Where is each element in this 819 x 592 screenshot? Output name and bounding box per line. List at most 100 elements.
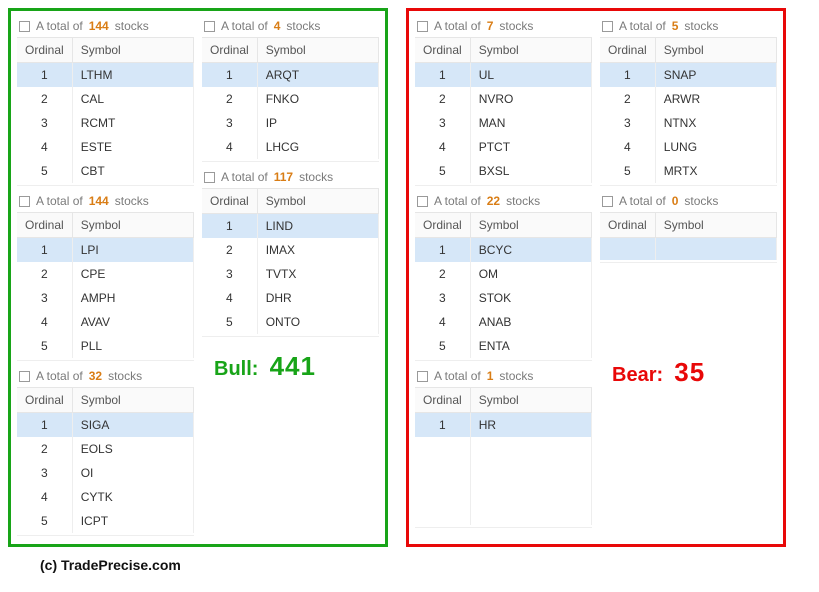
table-row[interactable]: 1BCYC — [415, 238, 592, 263]
cell-symbol: AMPH — [72, 286, 193, 310]
col-symbol[interactable]: Symbol — [257, 189, 378, 214]
cell-symbol: NVRO — [470, 87, 591, 111]
checkbox-icon[interactable] — [417, 371, 428, 382]
table-row[interactable]: 3MAN — [415, 111, 592, 135]
table-row[interactable]: 5ONTO — [202, 310, 379, 334]
cell-symbol: CAL — [72, 87, 193, 111]
table-row[interactable]: 2EOLS — [17, 437, 194, 461]
checkbox-icon[interactable] — [204, 21, 215, 32]
table-row[interactable]: 2NVRO — [415, 87, 592, 111]
col-symbol[interactable]: Symbol — [655, 38, 776, 63]
table-row[interactable]: 4ANAB — [415, 310, 592, 334]
bear-panel: A total of 7 stocksOrdinalSymbol1UL2NVRO… — [406, 8, 786, 547]
table-row[interactable]: 4DHR — [202, 286, 379, 310]
col-symbol[interactable]: Symbol — [470, 388, 591, 413]
checkbox-icon[interactable] — [19, 371, 30, 382]
checkbox-icon[interactable] — [602, 196, 613, 207]
table-row[interactable]: 3STOK — [415, 286, 592, 310]
stock-block: A total of 1 stocksOrdinalSymbol1HR — [415, 365, 592, 528]
stock-block: A total of 22 stocksOrdinalSymbol1BCYC2O… — [415, 190, 592, 361]
cell-ordinal: 5 — [17, 159, 72, 183]
col-symbol[interactable]: Symbol — [72, 388, 193, 413]
table-row[interactable]: 2CPE — [17, 262, 194, 286]
table-row[interactable]: 4ESTE — [17, 135, 194, 159]
stock-block: A total of 4 stocksOrdinalSymbol1ARQT2FN… — [202, 15, 379, 162]
col-symbol[interactable]: Symbol — [257, 38, 378, 63]
table-row[interactable]: 2OM — [415, 262, 592, 286]
table-row[interactable]: 3RCMT — [17, 111, 194, 135]
col-symbol[interactable]: Symbol — [470, 38, 591, 63]
table-row[interactable]: 4AVAV — [17, 310, 194, 334]
col-ordinal[interactable]: Ordinal — [415, 38, 470, 63]
block-header: A total of 22 stocks — [415, 190, 592, 212]
col-ordinal[interactable]: Ordinal — [202, 38, 257, 63]
table-row[interactable]: 2CAL — [17, 87, 194, 111]
table-row[interactable]: 3IP — [202, 111, 379, 135]
checkbox-icon[interactable] — [602, 21, 613, 32]
table-row[interactable]: 5BXSL — [415, 159, 592, 183]
table-row[interactable]: 1LIND — [202, 214, 379, 239]
block-header: A total of 1 stocks — [415, 365, 592, 387]
cell-ordinal: 1 — [202, 214, 257, 239]
table-row[interactable]: 1LTHM — [17, 63, 194, 88]
col-symbol[interactable]: Symbol — [72, 213, 193, 238]
col-ordinal[interactable]: Ordinal — [202, 189, 257, 214]
col-symbol[interactable]: Symbol — [72, 38, 193, 63]
table-row[interactable]: 5MRTX — [600, 159, 777, 183]
block-header: A total of 4 stocks — [202, 15, 379, 37]
table-row[interactable]: 2ARWR — [600, 87, 777, 111]
table-row[interactable]: 4LHCG — [202, 135, 379, 159]
stock-block: A total of 117 stocksOrdinalSymbol1LIND2… — [202, 166, 379, 337]
col-ordinal[interactable]: Ordinal — [415, 388, 470, 413]
cell-ordinal: 3 — [600, 111, 655, 135]
table-row[interactable]: 1ARQT — [202, 63, 379, 88]
checkbox-icon[interactable] — [19, 21, 30, 32]
total-count: 144 — [89, 19, 109, 33]
col-ordinal[interactable]: Ordinal — [17, 38, 72, 63]
checkbox-icon[interactable] — [19, 196, 30, 207]
bull-label: Bull: — [214, 358, 258, 380]
total-suffix: stocks — [115, 19, 149, 33]
total-count: 7 — [487, 19, 494, 33]
col-ordinal[interactable]: Ordinal — [600, 213, 655, 238]
cell-symbol: SIGA — [72, 413, 193, 438]
col-ordinal[interactable]: Ordinal — [17, 388, 72, 413]
table-row[interactable]: 2IMAX — [202, 238, 379, 262]
block-header: A total of 144 stocks — [17, 190, 194, 212]
table-row[interactable]: 4LUNG — [600, 135, 777, 159]
table-row[interactable]: 5CBT — [17, 159, 194, 183]
table-row[interactable]: 3AMPH — [17, 286, 194, 310]
table-row[interactable]: 3OI — [17, 461, 194, 485]
col-ordinal[interactable]: Ordinal — [600, 38, 655, 63]
table-row[interactable]: 1SIGA — [17, 413, 194, 438]
col-symbol[interactable]: Symbol — [470, 213, 591, 238]
table-row[interactable]: 5PLL — [17, 334, 194, 358]
cell-symbol: ENTA — [470, 334, 591, 358]
table-row[interactable]: 1HR — [415, 413, 592, 438]
table-row[interactable]: 3NTNX — [600, 111, 777, 135]
checkbox-icon[interactable] — [204, 172, 215, 183]
cell-ordinal: 4 — [202, 135, 257, 159]
col-symbol[interactable]: Symbol — [655, 213, 776, 238]
cell-symbol: CPE — [72, 262, 193, 286]
cell-ordinal: 4 — [415, 310, 470, 334]
table-row[interactable]: 5ENTA — [415, 334, 592, 358]
total-suffix: stocks — [286, 19, 320, 33]
table-row[interactable]: 1SNAP — [600, 63, 777, 88]
table-row[interactable]: 4PTCT — [415, 135, 592, 159]
cell-symbol: MAN — [470, 111, 591, 135]
checkbox-icon[interactable] — [417, 21, 428, 32]
table-row[interactable]: 1LPI — [17, 238, 194, 263]
col-ordinal[interactable]: Ordinal — [415, 213, 470, 238]
table-row[interactable]: 1UL — [415, 63, 592, 88]
col-ordinal[interactable]: Ordinal — [17, 213, 72, 238]
table-row[interactable]: 2FNKO — [202, 87, 379, 111]
cell-ordinal: 3 — [202, 262, 257, 286]
table-row[interactable]: 3TVTX — [202, 262, 379, 286]
block-header: A total of 32 stocks — [17, 365, 194, 387]
cell-symbol: ICPT — [72, 509, 193, 533]
checkbox-icon[interactable] — [417, 196, 428, 207]
table-row[interactable]: 5ICPT — [17, 509, 194, 533]
total-prefix: A total of — [36, 194, 83, 208]
table-row[interactable]: 4CYTK — [17, 485, 194, 509]
